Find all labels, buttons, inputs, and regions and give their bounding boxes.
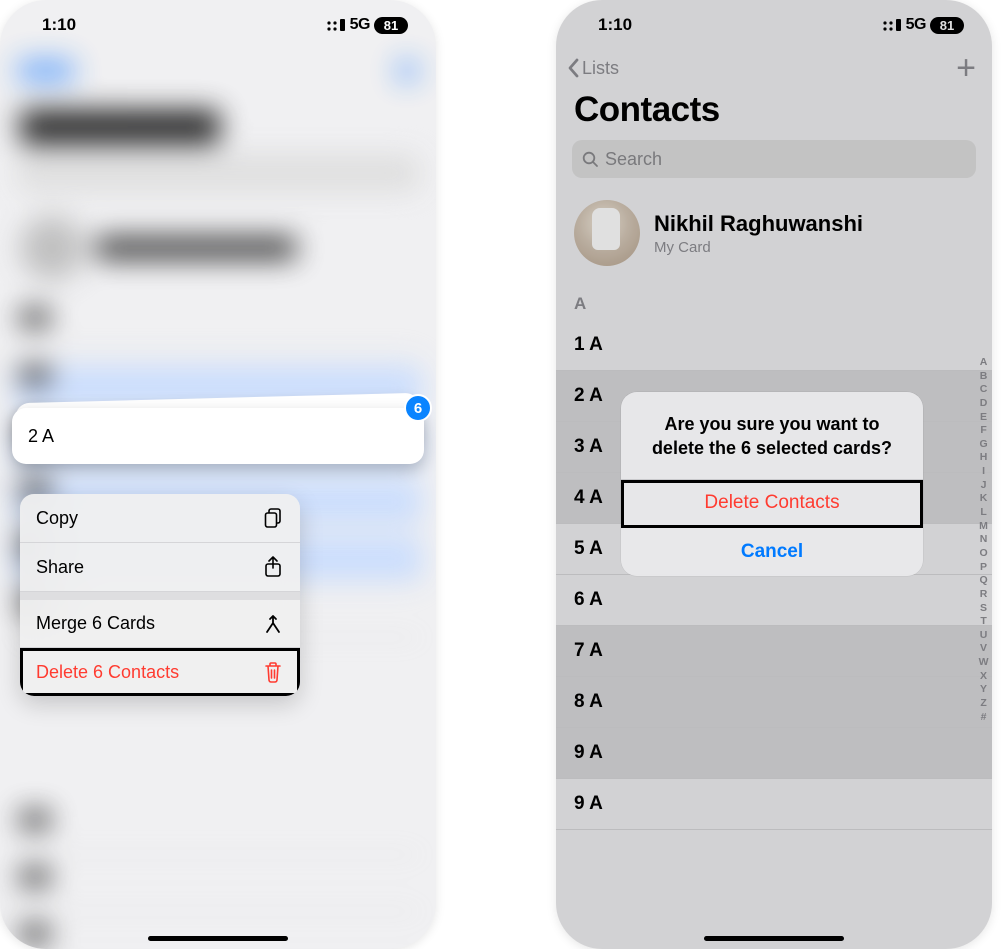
my-card-subtitle: My Card: [654, 239, 863, 256]
search-placeholder: Search: [605, 149, 662, 170]
index-letter[interactable]: N: [980, 533, 987, 547]
merge-icon: [262, 614, 284, 634]
status-time: 1:10: [42, 15, 76, 35]
index-letter[interactable]: Q: [979, 574, 987, 588]
index-letter[interactable]: H: [980, 451, 987, 465]
selected-card[interactable]: 2 A: [12, 408, 424, 464]
page-title: Contacts: [556, 86, 992, 140]
search-input[interactable]: Search: [572, 140, 976, 178]
index-letter[interactable]: O: [979, 547, 987, 561]
index-letter[interactable]: M: [979, 520, 987, 534]
battery-indicator: 81: [930, 17, 964, 34]
contact-row[interactable]: 6 A: [556, 575, 992, 626]
index-letter[interactable]: P: [980, 561, 987, 575]
index-letter[interactable]: S: [980, 602, 987, 616]
selected-card-label: 2 A: [28, 426, 54, 447]
my-card-name: Nikhil Raghuwanshi: [654, 211, 863, 237]
menu-copy-label: Copy: [36, 508, 78, 529]
index-letter[interactable]: F: [980, 424, 986, 438]
menu-delete[interactable]: Delete 6 Contacts: [20, 648, 300, 696]
index-letter[interactable]: #: [981, 711, 986, 725]
my-card[interactable]: Nikhil Raghuwanshi My Card: [556, 186, 992, 284]
search-icon: [582, 151, 599, 168]
add-button[interactable]: +: [956, 56, 976, 80]
status-bar: 1:10 5G 81: [556, 0, 992, 50]
index-letter[interactable]: J: [981, 479, 986, 493]
index-letter[interactable]: I: [982, 465, 984, 479]
avatar: [574, 200, 640, 266]
left-screenshot: 1:10 5G 81 2 A 6 Copy Share: [0, 0, 436, 949]
index-letter[interactable]: R: [980, 588, 987, 602]
context-menu: Copy Share Merge 6 Cards Delete 6 Contac…: [20, 494, 300, 696]
menu-merge-label: Merge 6 Cards: [36, 613, 155, 634]
index-letter[interactable]: L: [980, 506, 986, 520]
back-label: Lists: [582, 58, 619, 79]
index-letter[interactable]: V: [980, 642, 987, 656]
network-label: 5G: [350, 16, 370, 34]
contact-row[interactable]: 9 A: [556, 728, 992, 779]
alert-message: Are you sure you want to delete the 6 se…: [621, 392, 923, 480]
back-button[interactable]: Lists: [566, 57, 619, 79]
chevron-left-icon: [566, 57, 580, 79]
delete-alert: Are you sure you want to delete the 6 se…: [621, 392, 923, 576]
selection-stack: 2 A 6: [12, 408, 424, 464]
signal-icon: [882, 18, 902, 32]
index-letter[interactable]: X: [980, 670, 987, 684]
index-letter[interactable]: U: [980, 629, 987, 643]
contact-row[interactable]: 1 A: [556, 320, 992, 371]
network-label: 5G: [906, 16, 926, 34]
selection-badge: 6: [404, 394, 432, 422]
menu-delete-label: Delete 6 Contacts: [36, 662, 179, 683]
copy-icon: [262, 507, 284, 529]
menu-share[interactable]: Share: [20, 543, 300, 592]
index-letter[interactable]: E: [980, 411, 987, 425]
contact-row[interactable]: 9 A: [556, 779, 992, 830]
trash-icon: [262, 661, 284, 683]
index-letter[interactable]: C: [980, 383, 987, 397]
menu-merge[interactable]: Merge 6 Cards: [20, 600, 300, 648]
index-letter[interactable]: Y: [980, 683, 987, 697]
home-indicator: [148, 936, 288, 941]
index-letter[interactable]: K: [980, 492, 987, 506]
index-strip[interactable]: ABCDEFGHIJKLMNOPQRSTUVWXYZ#: [979, 356, 988, 724]
status-time: 1:10: [598, 15, 632, 35]
alert-cancel-button[interactable]: Cancel: [621, 528, 923, 576]
home-indicator: [704, 936, 844, 941]
menu-copy[interactable]: Copy: [20, 494, 300, 543]
blurred-background: [0, 0, 436, 949]
contact-row[interactable]: 7 A: [556, 626, 992, 677]
index-letter[interactable]: A: [980, 356, 987, 370]
right-screenshot: Lists + Contacts Search Nikhil Raghuwans…: [556, 0, 992, 949]
index-letter[interactable]: Z: [980, 697, 986, 711]
index-letter[interactable]: T: [980, 615, 986, 629]
status-bar: 1:10 5G 81: [0, 0, 436, 50]
contact-row[interactable]: 8 A: [556, 677, 992, 728]
nav-bar: Lists +: [556, 50, 992, 86]
menu-share-label: Share: [36, 557, 84, 578]
alert-delete-button[interactable]: Delete Contacts: [621, 480, 923, 528]
signal-icon: [326, 18, 346, 32]
index-letter[interactable]: D: [980, 397, 987, 411]
index-letter[interactable]: B: [980, 370, 987, 384]
index-letter[interactable]: W: [979, 656, 988, 670]
share-icon: [262, 556, 284, 578]
index-letter[interactable]: G: [979, 438, 987, 452]
battery-indicator: 81: [374, 17, 408, 34]
section-header: A: [556, 284, 992, 320]
